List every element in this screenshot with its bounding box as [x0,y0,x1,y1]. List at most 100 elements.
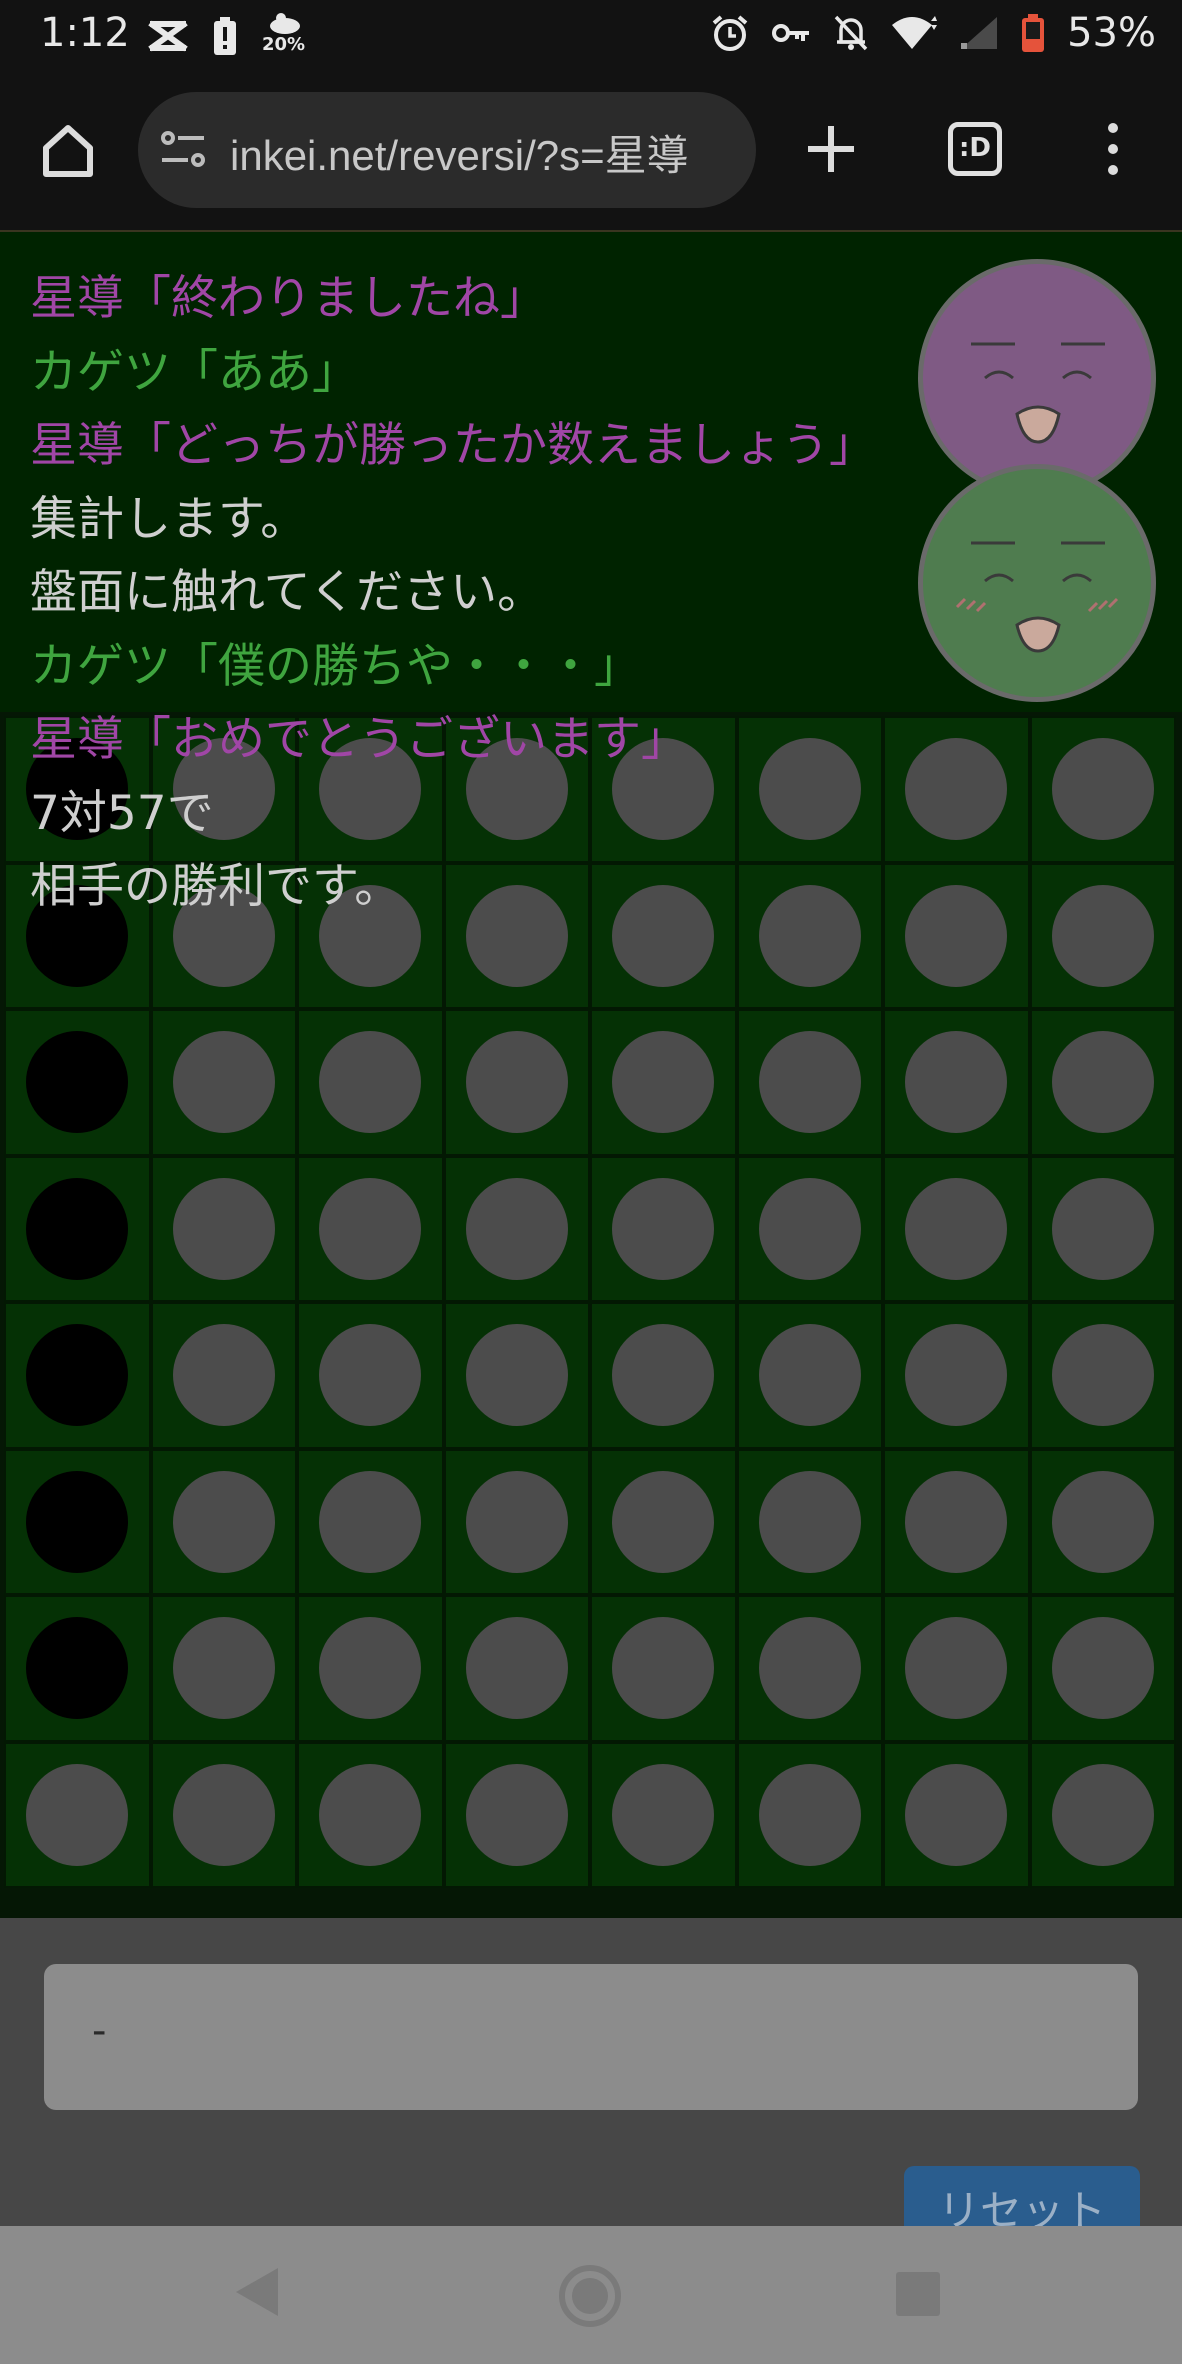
chat-line: 星導「終わりましたね」 [30,271,547,326]
white-disc [319,1763,422,1866]
result-display: - [44,1964,1138,2110]
board-cell[interactable] [152,1011,295,1154]
board-cell[interactable] [592,1304,735,1447]
board-cell[interactable] [6,1304,149,1447]
home-icon[interactable] [38,120,98,180]
board-cell[interactable] [1031,1597,1174,1740]
board-cell[interactable] [738,1157,881,1300]
white-disc [172,1031,275,1134]
white-disc [758,1470,861,1573]
battery-alert-icon [214,17,236,55]
white-disc [1051,1763,1154,1866]
white-disc [612,1031,715,1134]
board-cell[interactable] [445,1304,588,1447]
board-cell[interactable] [592,1157,735,1300]
white-disc [26,1763,129,1866]
board-cell[interactable] [6,1743,149,1886]
bell-off-icon [834,15,868,51]
board-cell[interactable] [885,1304,1028,1447]
board-cell[interactable] [6,1157,149,1300]
url-text[interactable]: inkei.net/reversi/?s=星導 [230,122,740,183]
status-bar: 1:12 20% 53% [0,0,1182,72]
more-menu-icon[interactable] [1098,118,1128,180]
board-cell[interactable] [152,1743,295,1886]
white-disc [172,1617,275,1720]
tab-switcher-button[interactable]: :D [948,122,1002,176]
board-cell[interactable] [299,1304,442,1447]
board-cell[interactable] [6,1597,149,1740]
board-cell[interactable] [1031,718,1174,861]
board-cell[interactable] [1031,1157,1174,1300]
board-cell[interactable] [1031,1011,1174,1154]
board-cell[interactable] [592,1597,735,1740]
board-cell[interactable] [885,1597,1028,1740]
white-disc [319,1617,422,1720]
battery-percent: 53% [1067,10,1156,56]
board-cell[interactable] [885,718,1028,861]
new-tab-icon[interactable] [800,118,862,180]
board-cell[interactable] [885,1157,1028,1300]
white-disc [612,1617,715,1720]
board-cell[interactable] [738,1304,881,1447]
board-cell[interactable] [445,1011,588,1154]
white-disc [1051,884,1154,987]
white-disc [172,1177,275,1280]
white-disc [905,1617,1008,1720]
back-icon[interactable] [234,2266,280,2318]
board-cell[interactable] [299,1450,442,1593]
black-disc [26,1031,129,1134]
board-cell[interactable] [1031,1450,1174,1593]
white-disc [905,1031,1008,1134]
alarm-icon [712,15,748,51]
board-cell[interactable] [1031,864,1174,1007]
board-cell[interactable] [885,864,1028,1007]
board-cell[interactable] [299,1157,442,1300]
white-disc [465,1617,568,1720]
home-nav-icon[interactable] [556,2262,624,2330]
board-cell[interactable] [738,1743,881,1886]
url-bar[interactable]: inkei.net/reversi/?s=星導 [138,92,756,208]
white-disc [905,1470,1008,1573]
board-cell[interactable] [885,1450,1028,1593]
system-nav-bar [0,2226,1182,2364]
white-disc [905,1763,1008,1866]
status-time: 1:12 [40,10,130,56]
board-cell[interactable] [885,1743,1028,1886]
black-disc [26,1324,129,1427]
white-disc [905,738,1008,841]
board-cell[interactable] [738,1450,881,1593]
board-cell[interactable] [1031,1304,1174,1447]
board-cell[interactable] [445,1157,588,1300]
board-cell[interactable] [152,1597,295,1740]
board-cell[interactable] [445,1597,588,1740]
board-cell[interactable] [152,1450,295,1593]
board-cell[interactable] [592,1743,735,1886]
board-cell[interactable] [445,1450,588,1593]
signal-icon [961,17,998,49]
white-disc [612,1763,715,1866]
board-cell[interactable] [152,1157,295,1300]
board-cell[interactable] [738,1011,881,1154]
board-cell[interactable] [299,1011,442,1154]
board-cell[interactable] [6,1011,149,1154]
board-cell[interactable] [592,1011,735,1154]
recent-apps-icon[interactable] [896,2272,940,2316]
board-cell[interactable] [738,1597,881,1740]
board-cell[interactable] [885,1011,1028,1154]
white-disc [319,1470,422,1573]
browser-toolbar: inkei.net/reversi/?s=星導 :D [0,72,1182,230]
board-cell[interactable] [592,1450,735,1593]
white-disc [758,1617,861,1720]
battery-icon [1022,14,1045,52]
board-cell[interactable] [299,1743,442,1886]
board-cell[interactable] [1031,1743,1174,1886]
site-settings-icon[interactable] [160,130,206,170]
white-disc [172,1763,275,1866]
white-disc [465,1031,568,1134]
board-cell[interactable] [152,1304,295,1447]
cast-icon [148,20,188,52]
board-cell[interactable] [299,1597,442,1740]
board-cell[interactable] [445,1743,588,1886]
board-cell[interactable] [6,1450,149,1593]
chat-line: 盤面に触れてください。 [30,565,545,620]
